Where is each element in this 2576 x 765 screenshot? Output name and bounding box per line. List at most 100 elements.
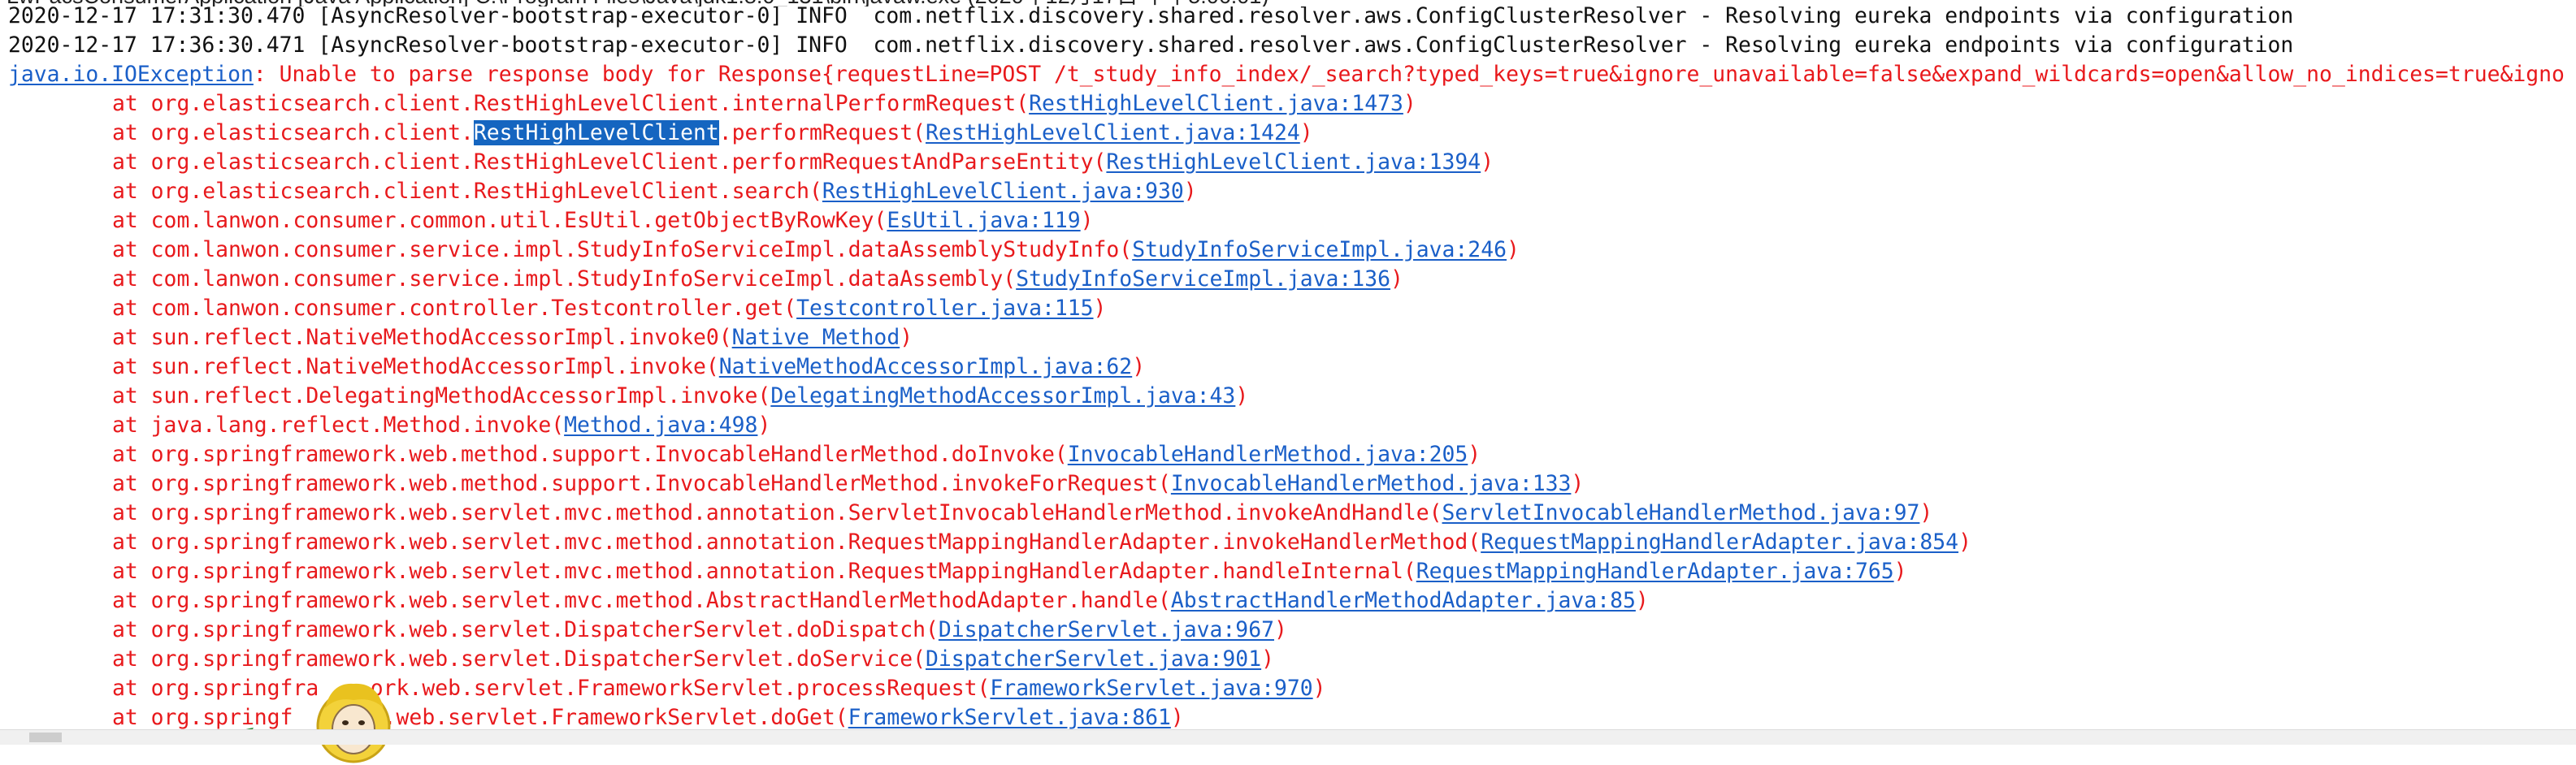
stack-frame-link[interactable]: RestHighLevelClient.java:1424 — [926, 120, 1300, 145]
window-title: LwPacsConsumerApplication [Java Applicat… — [7, 0, 1268, 6]
stack-frame: at org.springf k.web.servlet.FrameworkSe… — [112, 703, 1184, 729]
stack-frame: at org.springframework.web.servlet.Dispa… — [112, 616, 1287, 645]
stack-frame-text: at sun.reflect.DelegatingMethodAccessorI… — [112, 383, 771, 408]
stack-frame-suffix: ) — [1273, 617, 1287, 642]
stack-frame-link[interactable]: Testcontroller.java:115 — [796, 296, 1093, 321]
stack-frame-text: at sun.reflect.NativeMethodAccessorImpl.… — [112, 325, 732, 350]
stack-frame-link[interactable]: StudyInfoServiceImpl.java:246 — [1132, 237, 1507, 262]
stack-frame: at org.springframework.web.servlet.mvc.m… — [112, 557, 1907, 586]
stack-frame-link[interactable]: FrameworkServlet.java:970 — [990, 676, 1312, 701]
stack-frame-link[interactable]: AbstractHandlerMethodAdapter.java:85 — [1171, 588, 1636, 613]
stack-frame: at sun.reflect.NativeMethodAccessorImpl.… — [112, 352, 1145, 382]
scrollbar-thumb[interactable] — [29, 733, 62, 742]
stack-frame-link[interactable]: Native Method — [732, 325, 900, 350]
exception-message: : Unable to parse response body for Resp… — [253, 62, 2565, 87]
stack-frame-suffix: ) — [1919, 500, 1933, 525]
log-line: 2020-12-17 17:36:30.471 [AsyncResolver-b… — [8, 32, 2294, 58]
stack-frame-link[interactable]: Method.java:498 — [564, 413, 757, 438]
stack-frame-suffix: ) — [1893, 559, 1907, 584]
stack-frame-link[interactable]: NativeMethodAccessorImpl.java:62 — [719, 354, 1132, 379]
stack-frame-text: at com.lanwon.consumer.service.impl.Stud… — [112, 266, 1017, 292]
stack-frame: at org.springframework.web.method.suppor… — [112, 469, 1584, 499]
stack-frame-text: at org.springframework.web.servlet.mvc.m… — [112, 559, 1416, 584]
log-line: 2020-12-17 17:31:30.470 [AsyncResolver-b… — [8, 6, 2294, 28]
stack-frame-link[interactable]: RestHighLevelClient.java:930 — [822, 179, 1184, 204]
stack-frame-link[interactable]: RestHighLevelClient.java:1394 — [1106, 149, 1481, 175]
stack-frame-link[interactable]: InvocableHandlerMethod.java:133 — [1171, 471, 1572, 496]
stack-frame-suffix: ) — [1635, 588, 1649, 613]
stack-frame: at org.springframework.web.servlet.mvc.m… — [112, 586, 1649, 616]
stack-frame-text: at org.elasticsearch.client.RestHighLeve… — [112, 149, 1107, 175]
stack-frame-link[interactable]: RequestMappingHandlerAdapter.java:854 — [1481, 529, 1958, 555]
stack-frame-text: at org.springfra ork.web.servlet.Framewo… — [112, 676, 991, 701]
stack-frame-suffix: ) — [1958, 529, 1971, 555]
stack-frame: at sun.reflect.DelegatingMethodAccessorI… — [112, 382, 1248, 411]
stack-frame: at com.lanwon.consumer.common.util.EsUti… — [112, 206, 1094, 236]
stack-frame-text: at java.lang.reflect.Method.invoke( — [112, 413, 565, 438]
stack-frame-text: at org.elasticsearch.client. — [112, 120, 474, 145]
stack-frame-text: at sun.reflect.NativeMethodAccessorImpl.… — [112, 354, 719, 379]
console-output[interactable]: 2020-12-17 17:31:30.470 [AsyncResolver-b… — [0, 6, 2576, 729]
stack-frame-link[interactable]: EsUtil.java:119 — [887, 208, 1080, 233]
stack-frame-link[interactable]: FrameworkServlet.java:861 — [848, 705, 1171, 729]
stack-frame: at org.elasticsearch.client.RestHighLeve… — [112, 119, 1313, 148]
stack-frame-suffix: ) — [1481, 149, 1494, 175]
stack-frame: at org.springframework.web.servlet.mvc.m… — [112, 499, 1932, 528]
stack-frame-text: at org.springframework.web.servlet.mvc.m… — [112, 588, 1171, 613]
stack-frame-link[interactable]: RequestMappingHandlerAdapter.java:765 — [1416, 559, 1894, 584]
stack-frame-link[interactable]: StudyInfoServiceImpl.java:136 — [1016, 266, 1390, 292]
stack-frame-suffix: ) — [1183, 179, 1197, 204]
stack-frame-suffix: ) — [900, 325, 913, 350]
stack-frame-suffix: ) — [1571, 471, 1585, 496]
stack-frame: at com.lanwon.consumer.service.impl.Stud… — [112, 265, 1403, 294]
stack-frame-suffix: ) — [1506, 237, 1520, 262]
stack-frame-suffix: ) — [1390, 266, 1403, 292]
window-title-bar: LwPacsConsumerApplication [Java Applicat… — [0, 0, 2576, 6]
stack-frame-suffix: ) — [1132, 354, 1146, 379]
stack-frame-suffix: ) — [1468, 442, 1481, 467]
stack-frame-text: at org.springframework.web.method.suppor… — [112, 442, 1068, 467]
stack-frame-suffix: ) — [1080, 208, 1094, 233]
stack-frame-link[interactable]: ServletInvocableHandlerMethod.java:97 — [1442, 500, 1920, 525]
stack-frame-text: at org.elasticsearch.client.RestHighLeve… — [112, 91, 1030, 116]
stack-frame: at com.lanwon.consumer.controller.Testco… — [112, 294, 1106, 323]
stack-frame-suffix: ) — [1261, 646, 1274, 672]
stack-frame: at org.springframework.web.servlet.mvc.m… — [112, 528, 1971, 557]
stack-frame-link[interactable]: DelegatingMethodAccessorImpl.java:43 — [770, 383, 1235, 408]
selected-text[interactable]: RestHighLevelClient — [473, 120, 719, 145]
stack-frame: at org.elasticsearch.client.RestHighLeve… — [112, 177, 1197, 206]
stack-frame-link[interactable]: DispatcherServlet.java:901 — [926, 646, 1261, 672]
exception-class-link[interactable]: java.io.IOException — [8, 62, 254, 87]
stack-frame: at org.springframework.web.servlet.Dispa… — [112, 645, 1274, 674]
stack-frame-suffix: ) — [757, 413, 771, 438]
stack-frame-suffix: ) — [1170, 705, 1184, 729]
stack-frame-text: at org.springframework.web.servlet.Dispa… — [112, 617, 939, 642]
stack-frame-suffix: ) — [1312, 676, 1326, 701]
stack-frame: at org.springframework.web.method.suppor… — [112, 440, 1481, 469]
stack-frame-text: .performRequest( — [718, 120, 926, 145]
stack-frame: at org.elasticsearch.client.RestHighLeve… — [112, 89, 1416, 119]
stack-frame-text: at org.springframework.web.servlet.mvc.m… — [112, 500, 1442, 525]
stack-frame-text: at com.lanwon.consumer.service.impl.Stud… — [112, 237, 1133, 262]
stack-frame-text: at org.springframework.web.servlet.mvc.m… — [112, 529, 1481, 555]
stack-frame-text: at org.springframework.web.servlet.Dispa… — [112, 646, 926, 672]
exception-line: java.io.IOException: Unable to parse res… — [8, 60, 2565, 89]
stack-frame-text: at com.lanwon.consumer.common.util.EsUti… — [112, 208, 887, 233]
stack-frame-text: at org.springf k.web.servlet.FrameworkSe… — [112, 705, 848, 729]
cartoon-face-sticker-icon — [316, 683, 391, 763]
stack-frame-text: at org.elasticsearch.client.RestHighLeve… — [112, 179, 822, 204]
stack-frame-suffix: ) — [1403, 91, 1416, 116]
horizontal-scrollbar[interactable] — [0, 729, 2576, 745]
stack-frame-link[interactable]: RestHighLevelClient.java:1473 — [1029, 91, 1403, 116]
stack-frame: at org.elasticsearch.client.RestHighLeve… — [112, 148, 1494, 177]
stack-frame-suffix: ) — [1093, 296, 1107, 321]
stack-frame: at sun.reflect.NativeMethodAccessorImpl.… — [112, 323, 913, 352]
stack-frame-text: at com.lanwon.consumer.controller.Testco… — [112, 296, 797, 321]
stack-frame-link[interactable]: DispatcherServlet.java:967 — [939, 617, 1274, 642]
stack-frame-suffix: ) — [1299, 120, 1313, 145]
stack-frame-suffix: ) — [1235, 383, 1249, 408]
stack-frame-link[interactable]: InvocableHandlerMethod.java:205 — [1068, 442, 1468, 467]
stack-frame: at com.lanwon.consumer.service.impl.Stud… — [112, 236, 1520, 265]
stack-frame: at org.springfra ork.web.servlet.Framewo… — [112, 674, 1326, 703]
stack-frame: at java.lang.reflect.Method.invoke(Metho… — [112, 411, 770, 440]
